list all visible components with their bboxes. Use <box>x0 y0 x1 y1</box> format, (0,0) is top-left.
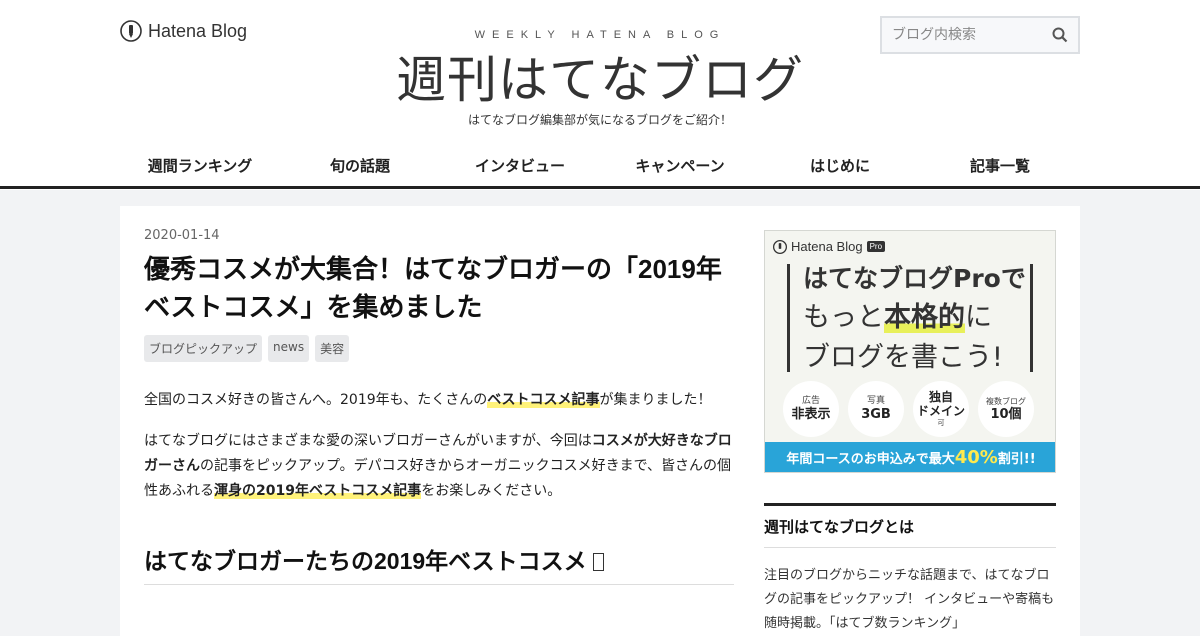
nav-divider <box>0 186 1200 189</box>
ad-line-3: ブログを書こう! <box>803 342 1003 373</box>
pro-ad-logo: Hatena Blog Pro <box>773 239 886 254</box>
body-paragraph: はてなブログにはさまざまな愛の深いブロガーさんがいますが、今回はコスメが大好きな… <box>144 429 734 504</box>
body-text-c: をお楽しみください。 <box>421 483 562 499</box>
feature-value: 3GB <box>861 406 891 422</box>
search-icon <box>1052 27 1068 43</box>
ad-bracket-right <box>1030 264 1033 372</box>
ad-discount-banner: 年間コースのお申込みで最大 40% 割引!! <box>765 442 1055 472</box>
section-heading-text: はてなブロガーたちの2019年ベストコスメ <box>144 548 587 574</box>
body-text-a: はてなブログにはさまざまな愛の深いブロガーさんがいますが、今回は <box>144 433 592 449</box>
ad-bracket-left <box>787 264 790 372</box>
tag-news[interactable]: news <box>268 335 310 362</box>
about-text: 注目のブログからニッチな話題まで、はてなブログの記事をピックアップ！ インタビュ… <box>764 568 1055 631</box>
hatena-blog-pro-ad[interactable]: Hatena Blog Pro はてなブログProで もっと本格的に ブログを書… <box>764 230 1056 473</box>
intro-text-b: が集まりました！ <box>599 392 712 408</box>
banner-text-a: 年間コースのお申込みで最大 <box>786 451 955 467</box>
feature-multiple-blogs: 複数ブログ 10個 <box>978 381 1034 437</box>
section-heading: はてなブロガーたちの2019年ベストコスメ <box>144 542 734 585</box>
about-section: 週刊はてなブログとは 注目のブログからニッチな話題まで、はてなブログの記事をピッ… <box>764 503 1056 636</box>
pro-ad-logo-text: Hatena Blog <box>791 239 863 254</box>
banner-text-b: 割引!! <box>997 451 1036 467</box>
main-content: 2020-01-14 優秀コスメが大集合！はてなブロガーの「2019年ベストコス… <box>120 206 1080 636</box>
sidebar: Hatena Blog Pro はてなブログProで もっと本格的に ブログを書… <box>764 230 1056 636</box>
feature-custom-domain: 独自 ドメイン 可 <box>913 381 969 437</box>
global-nav: 週間ランキング 旬の話題 インタビュー キャンペーン はじめに 記事一覧 <box>120 147 1080 185</box>
ad-line-1: はてなブログProで <box>803 264 1026 293</box>
ad-line-2-b: に <box>965 302 992 333</box>
nav-interview[interactable]: インタビュー <box>440 147 600 185</box>
nav-hot-topics[interactable]: 旬の話題 <box>280 147 440 185</box>
feature-photo-storage: 写真 3GB <box>848 381 904 437</box>
ad-feature-list: 広告 非表示 写真 3GB 独自 ドメイン 可 複数ブログ 10個 <box>783 381 1034 437</box>
site-description: はてなブログ編集部が気になるブログをご紹介！ <box>467 113 732 127</box>
intro-text-a: 全国のコスメ好きの皆さんへ。2019年も、たくさんの <box>144 392 488 408</box>
feature-no-ads: 広告 非表示 <box>783 381 839 437</box>
blog-search <box>880 16 1080 54</box>
about-title: 週刊はてなブログとは <box>764 506 1056 548</box>
feature-value: 独自 ドメイン <box>916 390 965 418</box>
search-button[interactable] <box>1042 18 1078 52</box>
feature-label: 写真 <box>866 395 885 406</box>
feature-value: 10個 <box>990 406 1022 422</box>
site-header: Hatena Blog WEEKLY HATENA BLOG 週刊はてなブログ … <box>0 0 1200 190</box>
post-date[interactable]: 2020-01-14 <box>144 228 734 243</box>
pro-badge: Pro <box>866 241 886 252</box>
nav-weekly-ranking[interactable]: 週間ランキング <box>120 147 280 185</box>
feature-label: 複数ブログ <box>986 396 1026 406</box>
feature-label: 広告 <box>801 395 820 406</box>
feature-note: 可 <box>937 419 945 427</box>
ad-line-2: もっと本格的に <box>803 295 992 334</box>
tag-blog-pickup[interactable]: ブログピックアップ <box>144 335 263 362</box>
ad-line-2-a: もっと <box>803 302 884 333</box>
intro-highlight: ベストコスメ記事 <box>487 392 600 408</box>
nav-campaign[interactable]: キャンペーン <box>600 147 760 185</box>
search-input[interactable] <box>882 18 1042 52</box>
feature-value: 非表示 <box>791 406 831 422</box>
banner-percent: 40% <box>954 446 998 468</box>
post-title[interactable]: 優秀コスメが大集合！はてなブロガーの「2019年ベストコスメ」を集めました <box>144 250 734 326</box>
article: 2020-01-14 優秀コスメが大集合！はてなブロガーの「2019年ベストコス… <box>144 228 734 585</box>
missing-glyph-icon <box>593 553 605 571</box>
body-highlight: 渾身の2019年ベストコスメ記事 <box>214 483 422 499</box>
nav-getting-started[interactable]: はじめに <box>760 147 920 185</box>
ad-line-2-emphasis: 本格的 <box>884 302 965 333</box>
intro-paragraph: 全国のコスメ好きの皆さんへ。2019年も、たくさんのベストコスメ記事が集まりまし… <box>144 388 734 413</box>
hatena-pen-icon <box>773 239 787 254</box>
tag-beauty[interactable]: 美容 <box>315 335 350 362</box>
nav-all-articles[interactable]: 記事一覧 <box>920 147 1080 185</box>
post-tags: ブログピックアップ news 美容 <box>144 335 734 362</box>
